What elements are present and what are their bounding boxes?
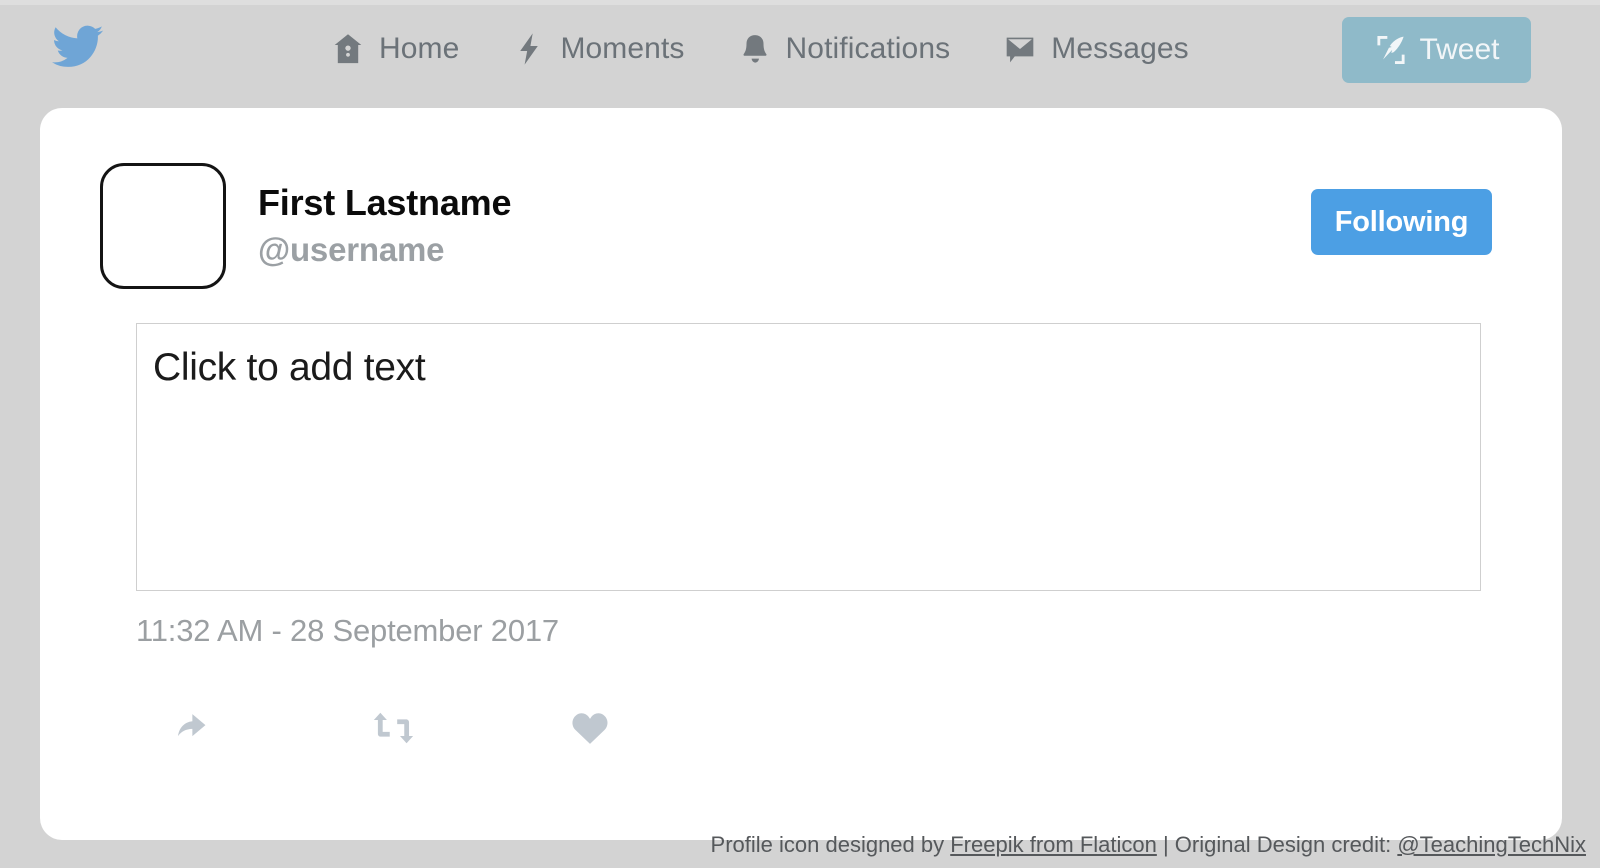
freepik-flaticon-link[interactable]: Freepik from Flaticon <box>950 832 1157 857</box>
home-icon <box>330 31 366 67</box>
envelope-icon <box>1002 31 1038 67</box>
tweet-compose-button[interactable]: Tweet <box>1342 17 1531 83</box>
design-credit-link[interactable]: @TeachingTechNix <box>1397 832 1586 857</box>
nav-item-label: Home <box>379 32 460 65</box>
retweet-icon <box>371 709 417 750</box>
footer-text: Profile icon designed by Freepik from Fl… <box>711 832 1586 858</box>
tweet-timestamp: 11:32 AM - 28 September 2017 <box>136 613 559 648</box>
reply-arrow-icon <box>176 708 220 751</box>
display-name: First Lastname <box>258 182 512 223</box>
lightning-bolt-icon <box>511 31 547 67</box>
tweet-text-placeholder: Click to add text <box>153 346 426 389</box>
nav-item-home[interactable]: Home <box>330 21 459 77</box>
twitter-bird-icon <box>52 25 104 74</box>
tweet-text-input[interactable]: Click to add text <box>136 323 1481 591</box>
top-navigation-bar: Home Moments Notifications Messages Twee… <box>0 5 1600 97</box>
nav-links: Home Moments Notifications Messages <box>330 21 1189 77</box>
profile-names: First Lastname @username <box>258 181 511 270</box>
footer-credits: Profile icon designed by Freepik from Fl… <box>0 822 1600 868</box>
twitter-logo[interactable] <box>50 23 106 75</box>
nav-item-notifications[interactable]: Notifications <box>737 21 951 77</box>
nav-item-messages[interactable]: Messages <box>1002 21 1189 77</box>
tweet-actions <box>138 700 698 762</box>
footer-prefix: Profile icon designed by <box>710 832 951 857</box>
tweet-button-label: Tweet <box>1419 33 1500 66</box>
like-button[interactable] <box>570 700 630 758</box>
following-button[interactable]: Following <box>1311 189 1492 255</box>
bell-icon <box>737 31 773 67</box>
retweet-button[interactable] <box>371 700 431 758</box>
quill-compose-icon <box>1373 32 1409 68</box>
tweet-card: First Lastname @username Following Click… <box>40 108 1562 840</box>
reply-button[interactable] <box>176 700 236 758</box>
profile-header: First Lastname @username Following <box>100 163 1502 295</box>
footer-separator: | Original Design credit: <box>1156 832 1398 857</box>
nav-item-label: Notifications <box>785 32 951 65</box>
user-handle: @username <box>258 230 445 268</box>
heart-icon <box>570 709 610 750</box>
nav-item-label: Messages <box>1051 32 1189 65</box>
nav-item-moments[interactable]: Moments <box>511 21 684 77</box>
avatar[interactable] <box>100 163 226 289</box>
nav-item-label: Moments <box>560 32 685 65</box>
